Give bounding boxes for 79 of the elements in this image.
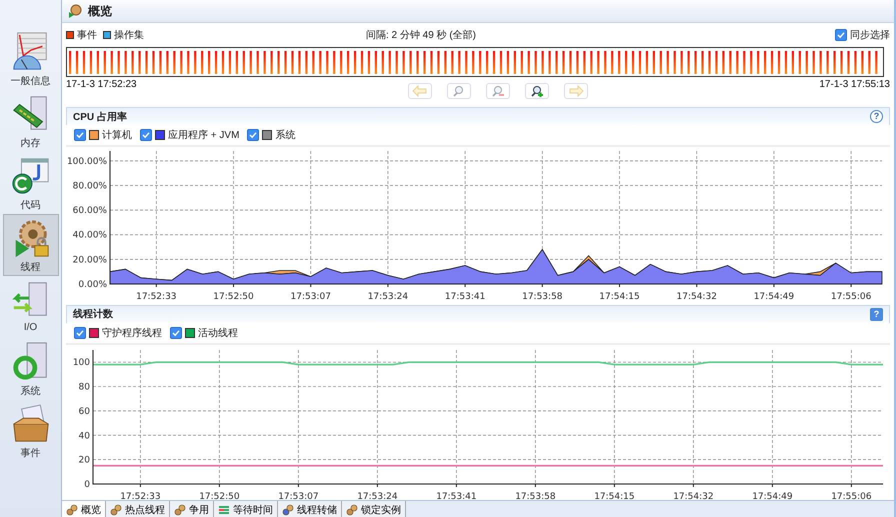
legend-label: 操作集: [114, 29, 144, 42]
sidebar-item[interactable]: I/O: [2, 276, 58, 338]
tick-label: 17:53:41: [436, 492, 477, 500]
help-button[interactable]: ?: [870, 308, 883, 321]
tab[interactable]: 概览: [62, 501, 106, 517]
checkbox[interactable]: [170, 326, 182, 339]
tab[interactable]: 线程转储: [278, 501, 342, 517]
panel-title: 线程计数: [73, 308, 113, 322]
tick-label: 100.00%: [66, 156, 107, 167]
tick-label: 17:52:33: [120, 492, 161, 500]
checkbox[interactable]: [835, 29, 847, 41]
tick-label: 0.00%: [78, 280, 107, 290]
sidebar-item[interactable]: 线程: [2, 214, 58, 276]
tick-label: 20.00%: [72, 255, 107, 266]
zoom-in-icon: [529, 85, 545, 97]
tab[interactable]: 等待时间: [214, 501, 278, 517]
zoom-out-icon: [490, 85, 506, 97]
start-time: 17-1-3 17:52:23: [66, 79, 137, 90]
legend-label: 计算机: [102, 128, 132, 142]
tick-label: 17:54:15: [594, 492, 635, 500]
tick-label: 17:52:50: [213, 292, 254, 302]
legend-label: 活动线程: [198, 326, 238, 340]
zoom-in-button[interactable]: [525, 83, 549, 99]
tick-label: 17:52:50: [199, 492, 240, 500]
page-title: 概览: [88, 2, 112, 20]
tick-label: 17:55:06: [831, 492, 872, 500]
tick-label: 0: [84, 480, 90, 490]
tick-label: 60: [78, 406, 90, 417]
legend-label: 事件: [77, 28, 97, 42]
tick-label: 40.00%: [72, 230, 107, 241]
sidebar-item[interactable]: 事件: [2, 400, 58, 462]
tick-label: 17:54:32: [673, 492, 714, 500]
tab[interactable]: 热点线程: [106, 501, 170, 517]
tab[interactable]: 争用: [170, 501, 214, 517]
tab[interactable]: 锁定实例: [342, 501, 406, 517]
tick-label: 100: [72, 358, 90, 368]
sidebar-item[interactable]: 内存: [2, 90, 58, 152]
checkbox[interactable]: [140, 129, 152, 141]
tick-label: 17:53:24: [368, 292, 408, 302]
gears-icon: [346, 504, 358, 516]
legend-label: 守护程序线程: [102, 326, 162, 340]
help-button[interactable]: ?: [870, 110, 883, 123]
tick-label: 17:53:07: [278, 492, 319, 500]
tick-label: 60.00%: [72, 206, 107, 216]
tick-label: 17:53:58: [515, 492, 556, 500]
gears-icon: [66, 504, 78, 516]
tick-label: 17:53:58: [522, 292, 563, 302]
sidebar-item[interactable]: 代码: [2, 152, 58, 214]
gears-icon: [110, 504, 122, 516]
sidebar-item[interactable]: 系统: [2, 338, 58, 400]
checkbox[interactable]: [74, 129, 86, 141]
tick-label: 17:54:15: [599, 292, 640, 302]
tick-label: 17:52:33: [136, 292, 177, 302]
end-time: 17-1-3 17:55:13: [819, 79, 890, 90]
bars-icon: [218, 504, 230, 516]
interval-label: 间隔: 2 分钟 49 秒 (全部): [366, 28, 478, 42]
sidebar-item[interactable]: 一般信息: [2, 28, 58, 90]
checkbox[interactable]: [247, 129, 260, 141]
tick-label: 17:53:24: [357, 492, 398, 500]
gear-icon: [68, 4, 82, 18]
tick-label: 17:55:06: [830, 292, 872, 302]
tick-label: 80.00%: [72, 181, 107, 192]
tick-label: 20: [78, 455, 90, 466]
tick-label: 17:54:32: [676, 292, 717, 302]
tick-label: 17:53:07: [290, 292, 331, 302]
left-arrow-icon: [412, 85, 428, 97]
right-arrow-icon: [568, 85, 584, 97]
gears-icon: [282, 504, 294, 516]
tick-label: 40: [78, 430, 90, 441]
tick-label: 17:54:49: [752, 492, 793, 500]
tick-label: 17:54:49: [754, 292, 794, 302]
tick-label: 80: [78, 382, 90, 392]
checkbox-label: 同步选择: [850, 28, 890, 42]
gears-icon: [174, 504, 186, 516]
legend-label: 应用程序 + JVM: [168, 128, 240, 142]
legend-label: 系统: [275, 128, 296, 142]
checkbox[interactable]: [74, 326, 86, 339]
tick-label: 17:53:41: [444, 292, 486, 302]
panel-title: CPU 占用率: [73, 110, 127, 124]
